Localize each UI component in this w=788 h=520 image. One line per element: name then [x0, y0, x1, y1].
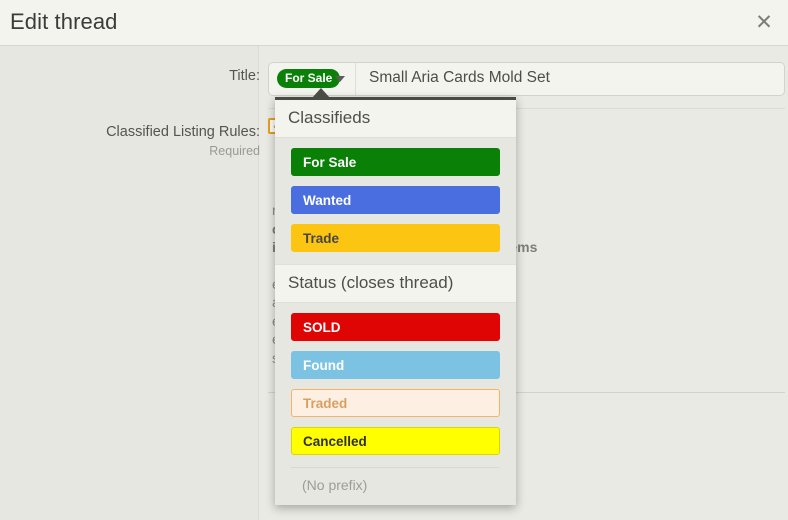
- menu-item-no-prefix[interactable]: (No prefix): [291, 467, 500, 497]
- menu-item-cancelled[interactable]: Cancelled: [291, 427, 500, 455]
- rules-label: Classified Listing Rules:: [106, 124, 260, 140]
- title-label: Title:: [229, 68, 260, 84]
- menu-item-found[interactable]: Found: [291, 351, 500, 379]
- prefix-badge[interactable]: For Sale: [277, 69, 341, 88]
- title-input[interactable]: Small Aria Cards Mold Set: [369, 69, 550, 87]
- title-row: Title: For Sale Small Aria Cards Mold Se…: [0, 46, 788, 104]
- rules-required-label: Required: [209, 144, 260, 158]
- modal-header: Edit thread ✕: [0, 0, 788, 46]
- menu-section-heading: Classifieds: [275, 100, 516, 138]
- close-icon[interactable]: ✕: [751, 10, 777, 36]
- prefix-dropdown-menu[interactable]: Classifieds For Sale Wanted Trade Status (cl…: [275, 97, 516, 505]
- menu-item-for-sale[interactable]: For Sale: [291, 148, 500, 176]
- menu-pointer-caret: [312, 88, 330, 98]
- menu-item-wanted[interactable]: Wanted: [291, 186, 500, 214]
- title-input-group[interactable]: For Sale Small Aria Cards Mold Set: [268, 62, 785, 96]
- menu-items-group: For Sale Wanted Trade: [275, 138, 516, 264]
- menu-item-sold[interactable]: SOLD: [291, 313, 500, 341]
- page-title: Edit thread: [10, 9, 118, 34]
- menu-items-group: SOLD Found Traded Cancelled: [275, 303, 516, 467]
- chevron-down-icon[interactable]: [335, 76, 345, 82]
- menu-item-trade[interactable]: Trade: [291, 224, 500, 252]
- edit-thread-modal: Edit thread ✕ Title: For Sale Small Aria…: [0, 0, 788, 520]
- menu-section-heading: Status (closes thread): [275, 264, 516, 303]
- menu-item-traded[interactable]: Traded: [291, 389, 500, 417]
